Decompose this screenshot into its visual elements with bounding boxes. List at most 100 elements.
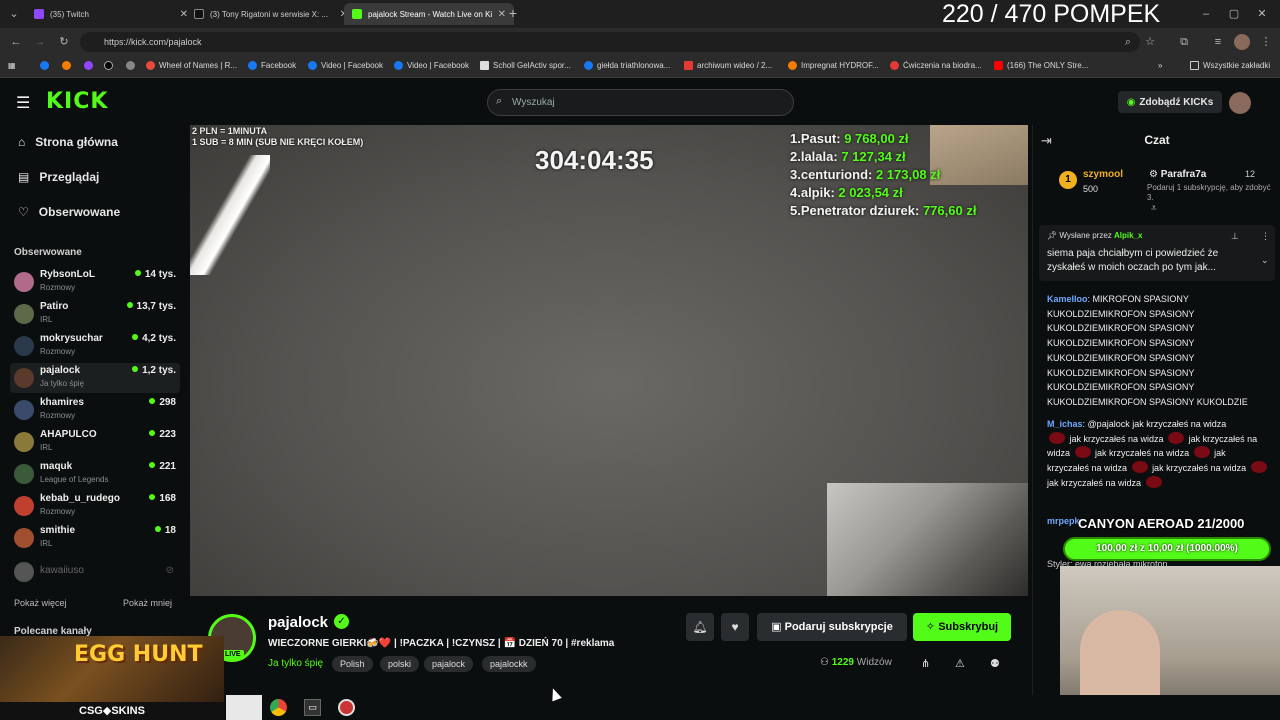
chat-text: jak krzyczałeś na widza: [1047, 477, 1142, 488]
hamburger-menu-icon[interactable]: ☰: [16, 93, 30, 113]
kick-header: ☰ KICK Wyszukaj ⌕ ◉ Zdobądź KICKs: [0, 79, 1280, 125]
gifter-count: 500: [1083, 184, 1099, 194]
tab-kick[interactable]: pajalock Stream - Watch Live on Kick ✕: [344, 3, 514, 25]
video-player[interactable]: 2 PLN = 1MINUTA 1 SUB = 8 MIN (SUB NIE K…: [190, 125, 1028, 596]
show-more-button[interactable]: Pokaż więcej: [14, 598, 67, 608]
gifter-name[interactable]: ⚙ Parafra7a: [1149, 169, 1206, 180]
zoom-icon[interactable]: ⌕: [1120, 34, 1136, 50]
taskbar-item[interactable]: [226, 695, 262, 720]
sidebar-channel[interactable]: kebab_u_rudego Rozmowy 168: [10, 491, 180, 521]
pinned-by-user[interactable]: Alpik_x: [1114, 231, 1142, 240]
forward-icon[interactable]: →: [32, 34, 48, 50]
nav-browse[interactable]: ▤ Przeglądaj: [18, 170, 99, 184]
tag[interactable]: pajalock: [424, 656, 474, 672]
viewer-count: ⚇ 1229 Widzów: [820, 657, 892, 668]
share-icon[interactable]: ⋔: [921, 657, 930, 670]
tab-label: pajalock Stream - Watch Live on Kick: [368, 9, 492, 19]
extensions-icon[interactable]: ⧉: [1176, 34, 1192, 50]
search-input[interactable]: Wyszukaj: [487, 89, 794, 116]
heart-icon[interactable]: ♥: [721, 613, 749, 641]
avatar: [14, 400, 34, 420]
report-icon[interactable]: ⚠: [955, 657, 965, 670]
chevron-down-icon[interactable]: ⌄: [1261, 255, 1269, 266]
reload-icon[interactable]: ↻: [56, 34, 72, 50]
pinned-message[interactable]: 📌︎ Wysłane przez Alpik_x ⊥ ⋮ siema paja …: [1039, 225, 1275, 281]
viewer-number: 1229: [831, 657, 854, 668]
show-less-button[interactable]: Pokaż mniej: [123, 598, 172, 608]
tag[interactable]: pajalockk: [482, 656, 536, 672]
more-icon[interactable]: ⋮: [1261, 231, 1270, 242]
bookmark-item[interactable]: Video | Facebook: [308, 61, 383, 70]
apps-icon[interactable]: ▦: [8, 61, 16, 70]
sidebar-channel[interactable]: mokrysuchar Rozmowy 4,2 tys.: [10, 331, 180, 361]
bookmark-item[interactable]: Ćwiczenia na biodra...: [890, 61, 982, 70]
bookmark-item[interactable]: archiwum wideo / 2...: [684, 61, 772, 70]
bookmark-item[interactable]: Impregnat HYDROF...: [788, 61, 879, 70]
avatar: [14, 464, 34, 484]
tab-label: (35) Twitch: [50, 9, 89, 19]
sidebar-channel[interactable]: Patiro IRL 13,7 tys.: [10, 299, 180, 329]
avatar: [14, 336, 34, 356]
tag[interactable]: Polish: [332, 656, 373, 672]
bookmark-item[interactable]: Facebook: [248, 61, 296, 70]
unpin-icon[interactable]: ⊥: [1231, 231, 1239, 242]
bookmark-item[interactable]: Wheel of Names | R...: [146, 61, 237, 70]
expand-gifters-icon[interactable]: ⩡: [1151, 203, 1157, 214]
nav-home[interactable]: ⌂ Strona główna: [18, 135, 118, 149]
back-icon[interactable]: ←: [8, 34, 24, 50]
profile-avatar[interactable]: [1234, 34, 1250, 50]
chat-username[interactable]: Kamelloo: [1047, 294, 1088, 304]
tab-search-icon[interactable]: ⌄: [6, 6, 22, 22]
url-field[interactable]: https://kick.com/pajalock: [80, 32, 1140, 52]
sidebar-channel[interactable]: AHAPULCO IRL 223: [10, 427, 180, 457]
bookmark-x-icon[interactable]: [104, 61, 113, 70]
media-icon[interactable]: ≡: [1210, 34, 1226, 50]
new-tab-button[interactable]: +: [505, 5, 521, 21]
bookmark-icon[interactable]: [62, 61, 71, 70]
bookmark-icon[interactable]: [126, 61, 135, 70]
star-icon[interactable]: ☆: [1142, 34, 1158, 50]
bookmark-twitch-icon[interactable]: [84, 61, 93, 70]
kick-logo[interactable]: KICK: [46, 89, 108, 114]
subscribe-button[interactable]: ✧ Subskrybuj: [913, 613, 1011, 641]
channel-name[interactable]: pajalock: [268, 614, 328, 631]
get-kicks-button[interactable]: ◉ Zdobądź KICKs: [1118, 91, 1222, 113]
all-bookmarks-folder[interactable]: Wszystkie zakładki: [1190, 61, 1270, 70]
bookmark-facebook-icon[interactable]: [40, 61, 49, 70]
sidebar-channel[interactable]: khamires Rozmowy 298: [10, 395, 180, 425]
menu-icon[interactable]: ⋮: [1258, 34, 1274, 50]
tab-x[interactable]: (3) Tony Rigatoni w serwisie X: ... ✕: [186, 3, 356, 25]
tab-twitch[interactable]: (35) Twitch ✕: [26, 3, 196, 25]
bookmark-item[interactable]: Video | Facebook: [394, 61, 469, 70]
nav-following[interactable]: ♡ Obserwowane: [18, 205, 120, 219]
user-add-icon[interactable]: ⚉: [990, 657, 1000, 670]
sidebar-channel[interactable]: RybsonLoL Rozmowy 14 tys.: [10, 267, 180, 297]
avatar: [14, 562, 34, 582]
sidebar-channel-offline[interactable]: kawaiiuso ⊘: [10, 557, 180, 587]
sidebar-channel-selected[interactable]: pajalock Ja tylko śpię 1,2 tys.: [10, 363, 180, 393]
tag[interactable]: polski: [380, 656, 420, 672]
terminal-icon[interactable]: ▭: [304, 699, 321, 716]
gift-subs-button[interactable]: ▣ Podaruj subskrypcje: [757, 613, 907, 641]
obs-icon[interactable]: [338, 699, 355, 716]
bookmark-item[interactable]: (166) The ONLY Stre...: [994, 61, 1088, 70]
browse-icon: ▤: [18, 170, 30, 184]
sidebar-channel[interactable]: maquk League of Legends 221: [10, 459, 180, 489]
bookmark-item[interactable]: Scholl GelActiv spor...: [480, 61, 571, 70]
bookmark-item[interactable]: giełda triathlonowa...: [584, 61, 670, 70]
gifter-name[interactable]: szymool: [1083, 169, 1123, 180]
goal-label: CANYON AEROAD 21/2000: [1078, 516, 1245, 531]
minimize-icon[interactable]: –: [1198, 6, 1214, 22]
sidebar-channel[interactable]: smithie IRL 18: [10, 523, 180, 553]
bell-icon[interactable]: 🔔︎: [686, 613, 714, 641]
leaderboard-row: 1.Pasut: 9 768,00 zł: [790, 131, 909, 146]
chrome-icon[interactable]: [270, 699, 287, 716]
user-avatar[interactable]: [1229, 92, 1251, 114]
close-window-icon[interactable]: ✕: [1254, 6, 1270, 22]
maximize-icon[interactable]: ▢: [1226, 6, 1242, 22]
more-bookmarks-icon[interactable]: »: [1158, 61, 1162, 70]
chat-username[interactable]: M_ichas: [1047, 419, 1083, 429]
pinned-by-label: Wysłane przez: [1059, 231, 1112, 240]
stream-category[interactable]: Ja tylko śpię: [268, 658, 323, 669]
stream-info: LIVE pajalock ✓ WIECZORNE GIERKI🍻❤️ | !P…: [190, 600, 1028, 695]
